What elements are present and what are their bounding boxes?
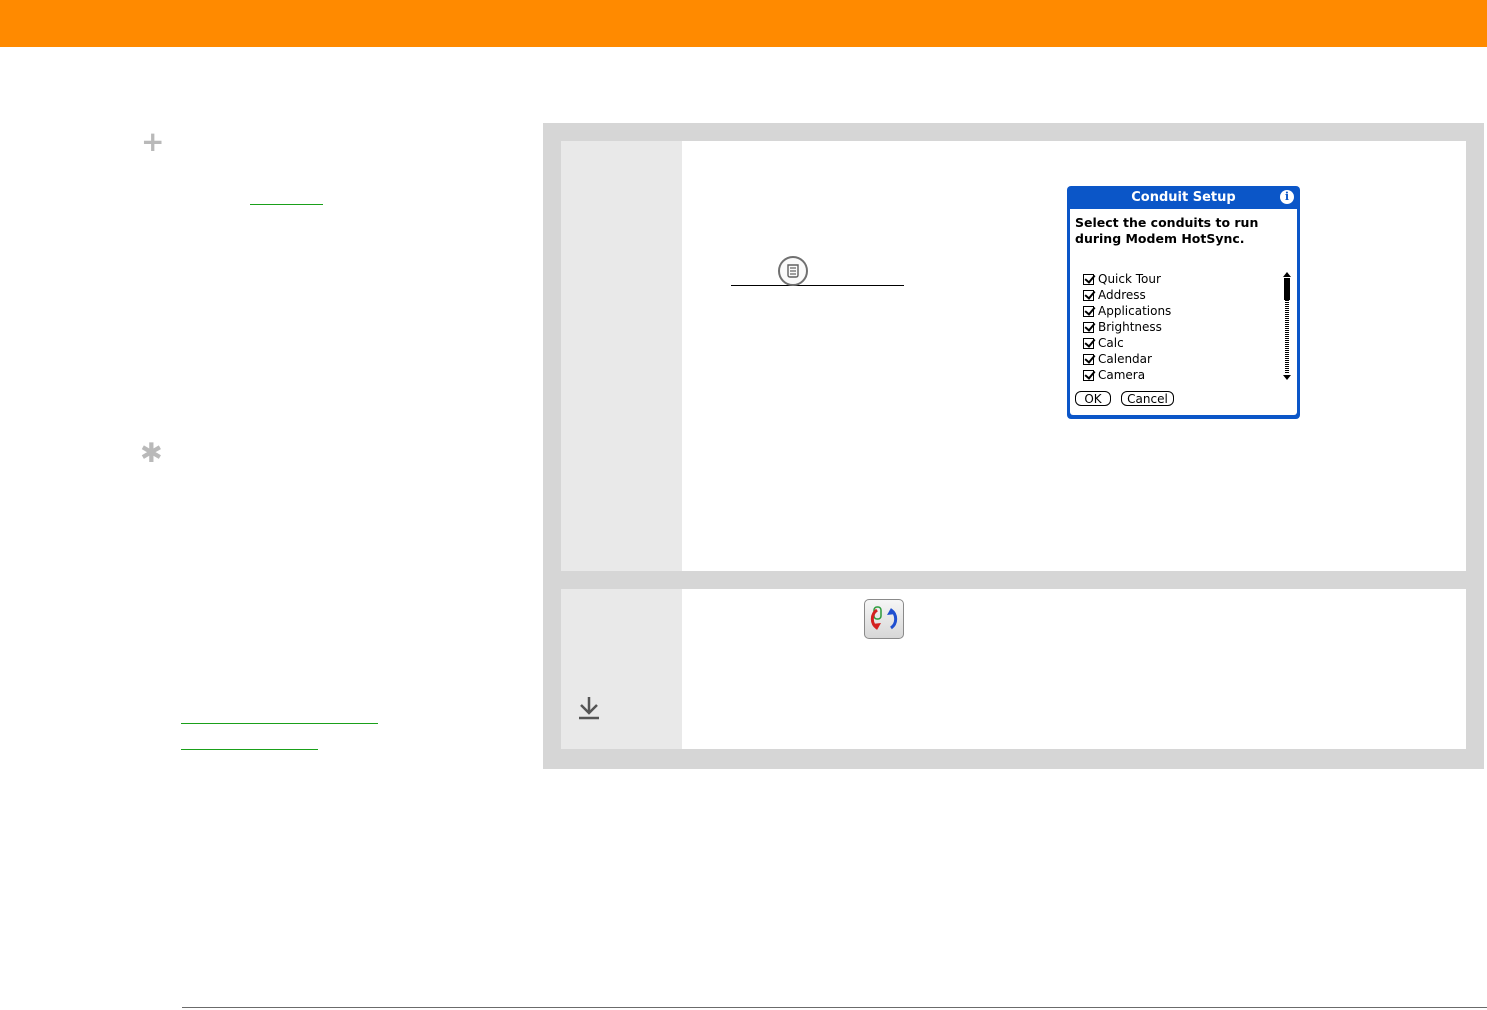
related-link-2[interactable] [181, 749, 318, 750]
conduit-label: Address [1098, 288, 1146, 302]
dialog-title-text: Conduit Setup [1131, 190, 1236, 205]
dialog-title: Conduit Setup i [1070, 189, 1297, 206]
conduit-label: Quick Tour [1098, 272, 1161, 286]
step-2 [561, 589, 1466, 749]
conduit-label: Calc [1098, 336, 1124, 350]
menu-icon [778, 256, 808, 286]
conduit-label: Applications [1098, 304, 1172, 318]
conduit-list: Quick Tour Address Applications Brightne… [1083, 271, 1171, 383]
tip-link[interactable] [250, 204, 323, 205]
conduit-item[interactable]: Calendar [1083, 351, 1171, 367]
download-arrow-icon [577, 695, 601, 726]
menu-link[interactable] [731, 285, 904, 286]
conduit-item[interactable]: Calc [1083, 335, 1171, 351]
dialog-body: Select the conduits to run during Modem … [1070, 209, 1297, 415]
scroll-up-arrow-icon[interactable] [1283, 272, 1291, 277]
conduit-scrollbar[interactable] [1283, 272, 1291, 380]
hotsync-icon [864, 599, 904, 639]
conduit-item[interactable]: Quick Tour [1083, 271, 1171, 287]
header-bar [0, 0, 1487, 47]
checkbox-checked-icon[interactable] [1083, 353, 1094, 365]
dialog-prompt: Select the conduits to run during Modem … [1075, 215, 1259, 246]
conduit-item[interactable]: Brightness [1083, 319, 1171, 335]
checkbox-checked-icon[interactable] [1083, 369, 1094, 381]
scroll-thumb[interactable] [1284, 278, 1290, 300]
conduit-setup-dialog: Conduit Setup i Select the conduits to r… [1067, 186, 1300, 419]
ok-button[interactable]: OK [1075, 391, 1111, 406]
checkbox-checked-icon[interactable] [1083, 305, 1094, 317]
conduit-item[interactable]: Applications [1083, 303, 1171, 319]
step-1: Conduit Setup i Select the conduits to r… [561, 141, 1466, 571]
plus-icon: + [141, 125, 165, 158]
conduit-label: Calendar [1098, 352, 1152, 366]
scroll-down-arrow-icon[interactable] [1283, 375, 1291, 380]
conduit-label: Brightness [1098, 320, 1162, 334]
checkbox-checked-icon[interactable] [1083, 337, 1094, 349]
info-icon[interactable]: i [1280, 190, 1294, 204]
checkbox-checked-icon[interactable] [1083, 273, 1094, 285]
asterisk-icon: ✱ [140, 438, 163, 469]
cancel-button[interactable]: Cancel [1121, 391, 1174, 406]
checkbox-checked-icon[interactable] [1083, 289, 1094, 301]
footer-rule [182, 1007, 1487, 1008]
conduit-item[interactable]: Address [1083, 287, 1171, 303]
steps-panel: Conduit Setup i Select the conduits to r… [543, 123, 1484, 769]
related-link-1[interactable] [181, 723, 378, 724]
conduit-item[interactable]: Camera [1083, 367, 1171, 383]
checkbox-checked-icon[interactable] [1083, 321, 1094, 333]
conduit-label: Camera [1098, 368, 1146, 382]
step-number-column [561, 141, 682, 571]
